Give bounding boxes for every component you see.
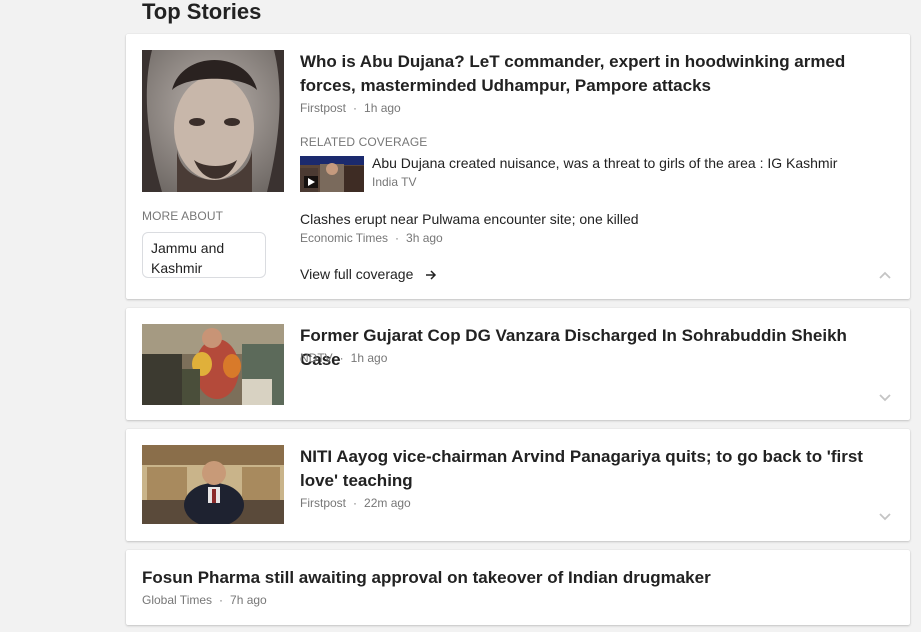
related-time: 3h ago — [406, 231, 443, 245]
story-card: NITI Aayog vice-chairman Arvind Panagari… — [126, 429, 910, 541]
story-card: Fosun Pharma still awaiting approval on … — [126, 550, 910, 625]
related-thumbnail[interactable] — [300, 156, 364, 192]
story-thumbnail[interactable] — [142, 50, 284, 192]
meta-separator: · — [395, 231, 400, 245]
story-time: 1h ago — [364, 101, 401, 115]
story-time: 1h ago — [350, 351, 388, 365]
story-source[interactable]: NDTV — [300, 351, 333, 365]
story-source[interactable]: Global Times — [142, 593, 212, 607]
related-source[interactable]: India TV — [372, 175, 416, 189]
related-source[interactable]: Economic Times — [300, 231, 388, 245]
related-title[interactable]: Abu Dujana created nuisance, was a threa… — [372, 155, 837, 171]
story-headline[interactable]: Fosun Pharma still awaiting approval on … — [142, 566, 890, 590]
meta-separator: · — [339, 351, 344, 365]
story-meta: Firstpost · 1h ago — [300, 101, 401, 115]
related-title[interactable]: Clashes erupt near Pulwama encounter sit… — [300, 211, 639, 227]
story-meta: Firstpost · 22m ago — [300, 496, 411, 510]
more-about-label: MORE ABOUT — [142, 209, 224, 223]
topic-chip[interactable]: Jammu and Kashmir — [142, 232, 266, 278]
story-time: 22m ago — [364, 496, 411, 510]
story-card: Who is Abu Dujana? LeT commander, expert… — [126, 34, 910, 299]
play-icon — [304, 176, 318, 188]
related-meta: Economic Times · 3h ago — [300, 231, 443, 245]
arrow-right-icon — [426, 270, 437, 280]
story-meta: NDTV · 1h ago — [300, 351, 387, 365]
chevron-up-icon[interactable] — [878, 270, 892, 280]
story-card: Former Gujarat Cop DG Vanzara Discharged… — [126, 308, 910, 420]
meta-separator: · — [353, 496, 358, 510]
meta-separator: · — [353, 101, 358, 115]
story-time: 7h ago — [230, 593, 267, 607]
meta-separator: · — [219, 593, 224, 607]
story-headline[interactable]: NITI Aayog vice-chairman Arvind Panagari… — [300, 445, 890, 493]
chevron-down-icon[interactable] — [878, 393, 892, 403]
section-title: Top Stories — [142, 0, 262, 24]
view-full-coverage-label: View full coverage — [300, 266, 414, 282]
story-meta: Global Times · 7h ago — [142, 593, 267, 607]
story-headline[interactable]: Who is Abu Dujana? LeT commander, expert… — [300, 50, 890, 98]
chevron-down-icon[interactable] — [878, 512, 892, 522]
story-headline[interactable]: Former Gujarat Cop DG Vanzara Discharged… — [300, 324, 890, 372]
related-coverage-label: RELATED COVERAGE — [300, 135, 428, 149]
story-source[interactable]: Firstpost — [300, 496, 346, 510]
view-full-coverage-link[interactable]: View full coverage — [300, 266, 437, 282]
story-thumbnail[interactable] — [142, 324, 284, 405]
story-source[interactable]: Firstpost — [300, 101, 346, 115]
story-thumbnail[interactable] — [142, 445, 284, 524]
